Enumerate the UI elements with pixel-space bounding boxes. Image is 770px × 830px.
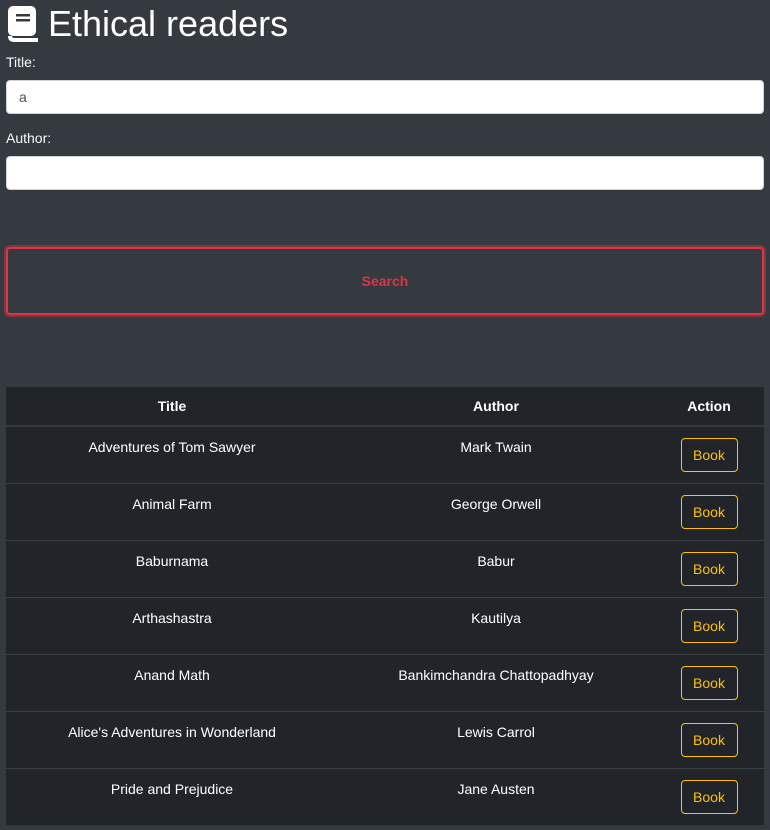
book-button[interactable]: Book [680,665,738,700]
book-author-cell: Bankimchandra Chattopadhyay [338,653,654,711]
results-table: Title Author Action Adventures of Tom Sa… [6,387,764,825]
book-title-cell: Adventures of Tom Sawyer [6,425,338,483]
search-button[interactable]: Search [6,247,764,315]
book-icon [6,4,40,44]
book-button[interactable]: Book [680,722,738,757]
column-header-action: Action [654,387,764,427]
book-button[interactable]: Book [680,608,738,643]
book-button[interactable]: Book [680,494,738,529]
book-title-cell: Animal Farm [6,482,338,540]
column-header-title: Title [6,387,338,427]
book-author-cell: Kautilya [338,596,654,654]
table-row: Anand Math Bankimchandra Chattopadhyay B… [6,653,764,711]
table-row: Pride and Prejudice Jane Austen Book [6,767,764,825]
book-button[interactable]: Book [680,551,738,586]
book-author-cell: Lewis Carrol [338,710,654,768]
title-label: Title: [6,54,36,70]
book-title-cell: Alice's Adventures in Wonderland [6,710,338,768]
author-label: Author: [6,130,52,146]
table-row: Baburnama Babur Book [6,539,764,597]
title-input[interactable] [6,80,764,114]
book-button[interactable]: Book [680,779,738,814]
book-author-cell: Jane Austen [338,767,654,825]
table-row: Arthashastra Kautilya Book [6,596,764,654]
book-author-cell: Babur [338,539,654,597]
book-title-cell: Baburnama [6,539,338,597]
book-title-cell: Anand Math [6,653,338,711]
table-row: Animal Farm George Orwell Book [6,482,764,540]
app-title: Ethical readers [48,3,289,44]
book-author-cell: George Orwell [338,482,654,540]
column-header-author: Author [338,387,654,427]
table-row: Adventures of Tom Sawyer Mark Twain Book [6,425,764,483]
page: Ethical readers Title: Author: Search Ti… [0,0,770,830]
book-button[interactable]: Book [680,438,738,472]
table-row: Alice's Adventures in Wonderland Lewis C… [6,710,764,768]
author-input[interactable] [6,156,764,190]
app-header: Ethical readers [6,0,764,46]
book-title-cell: Pride and Prejudice [6,767,338,825]
book-author-cell: Mark Twain [338,425,654,483]
table-header-row: Title Author Action [6,387,764,427]
book-title-cell: Arthashastra [6,596,338,654]
